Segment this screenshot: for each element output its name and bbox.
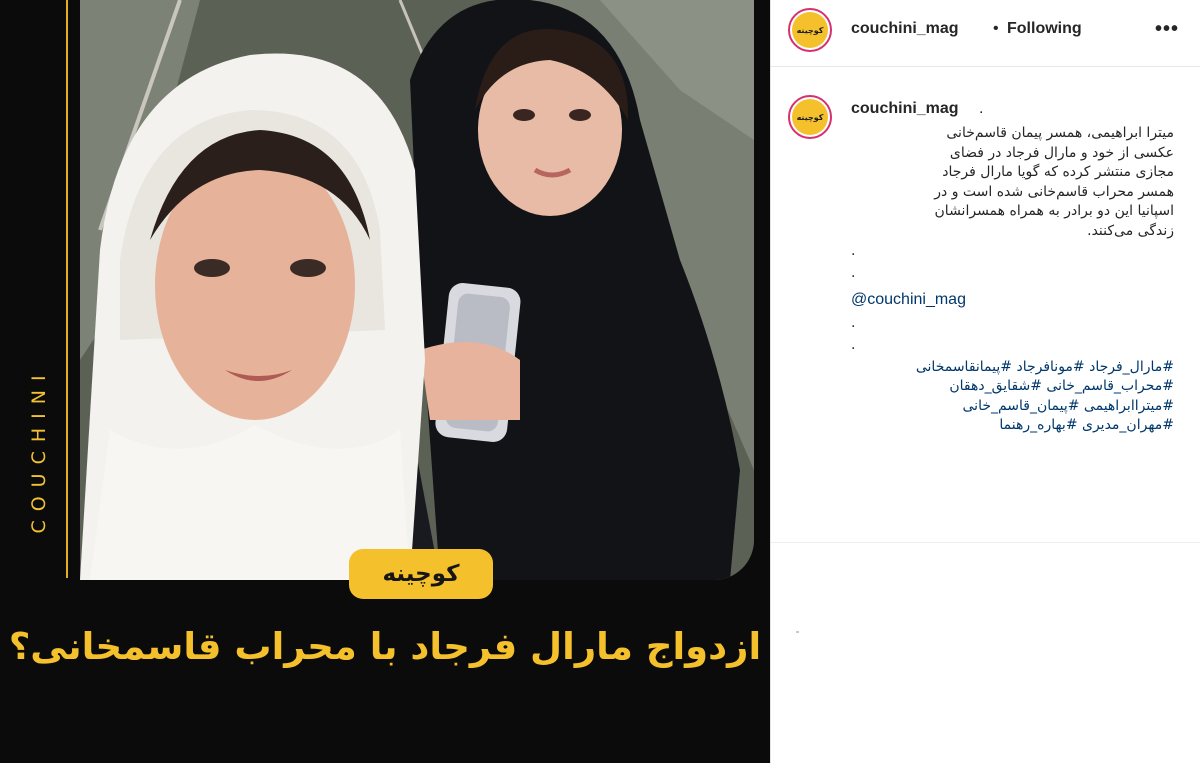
header-username-link[interactable]: couchini_mag — [851, 20, 959, 38]
caption-dot: . — [851, 314, 856, 331]
caption-line: مجازی منتشر کرده که گویا مارال فرجاد — [942, 164, 1174, 181]
more-options-icon[interactable]: ••• — [1155, 18, 1179, 41]
photo-illustration — [80, 0, 754, 580]
caption-line: زندگی می‌کنند. — [1087, 222, 1174, 239]
caption-dot: . — [851, 336, 856, 353]
post-side-panel: کوچینه couchini_mag • Following ••• کوچی… — [770, 0, 1200, 763]
caption-avatar[interactable]: کوچینه — [788, 95, 832, 139]
brand-logo-badge: کوچینه — [349, 549, 493, 599]
post-headline: ازدواج مارال فرجاد با محراب قاسمخانی؟ — [8, 625, 762, 668]
avatar-logo: کوچینه — [792, 12, 828, 48]
caption-dot: . — [851, 242, 856, 259]
avatar-logo: کوچینه — [792, 99, 828, 135]
post-caption: میترا ابراهیمی، همسر پیمان قاسم‌خانی عکس… — [851, 124, 1174, 436]
caption-username-suffix: . — [979, 100, 984, 117]
post-header: کوچینه couchini_mag • Following ••• — [771, 0, 1200, 67]
scroll-mark — [796, 631, 799, 633]
caption-line: همسر محراب قاسم‌خانی شده است و در — [934, 183, 1174, 200]
hashtag-line[interactable]: #مارال_فرجاد #مونافرجاد #پیمانقاسمخانی — [851, 358, 1174, 378]
avatar[interactable]: کوچینه — [788, 8, 832, 52]
following-button[interactable]: Following — [1007, 20, 1082, 38]
caption-dot: . — [851, 264, 856, 281]
selfie-photo — [80, 0, 754, 580]
mention-link[interactable]: @couchini_mag — [851, 290, 1174, 314]
hashtag-line[interactable]: #میتراابراهیمی #پیمان_قاسم_خانی — [851, 397, 1175, 417]
side-accent-line — [66, 0, 68, 578]
caption-line: میترا ابراهیمی، همسر پیمان قاسم‌خانی — [946, 125, 1174, 141]
instagram-post-view: COUCHINI کوچینه ازدواج مارال فرجاد با مح… — [0, 0, 1200, 763]
caption-line: اسپانیا این دو برادر به همراه همسرانشان — [934, 203, 1174, 220]
post-image[interactable]: COUCHINI کوچینه ازدواج مارال فرجاد با مح… — [0, 0, 770, 763]
side-brand-label: COUCHINI — [28, 366, 50, 534]
caption-line: عکسی از خود و مارال فرجاد در فضای — [949, 144, 1174, 161]
hashtag-line[interactable]: #محراب_قاسم_خانی #شقایق_دهقان — [851, 377, 1174, 397]
caption-username-link[interactable]: couchini_mag — [851, 100, 959, 118]
header-separator: • — [993, 20, 999, 37]
hashtag-line[interactable]: #مهران_مدیری #بهاره_رهنما — [851, 416, 1174, 436]
brand-logo-text: کوچینه — [382, 561, 460, 587]
comments-divider — [771, 542, 1200, 543]
